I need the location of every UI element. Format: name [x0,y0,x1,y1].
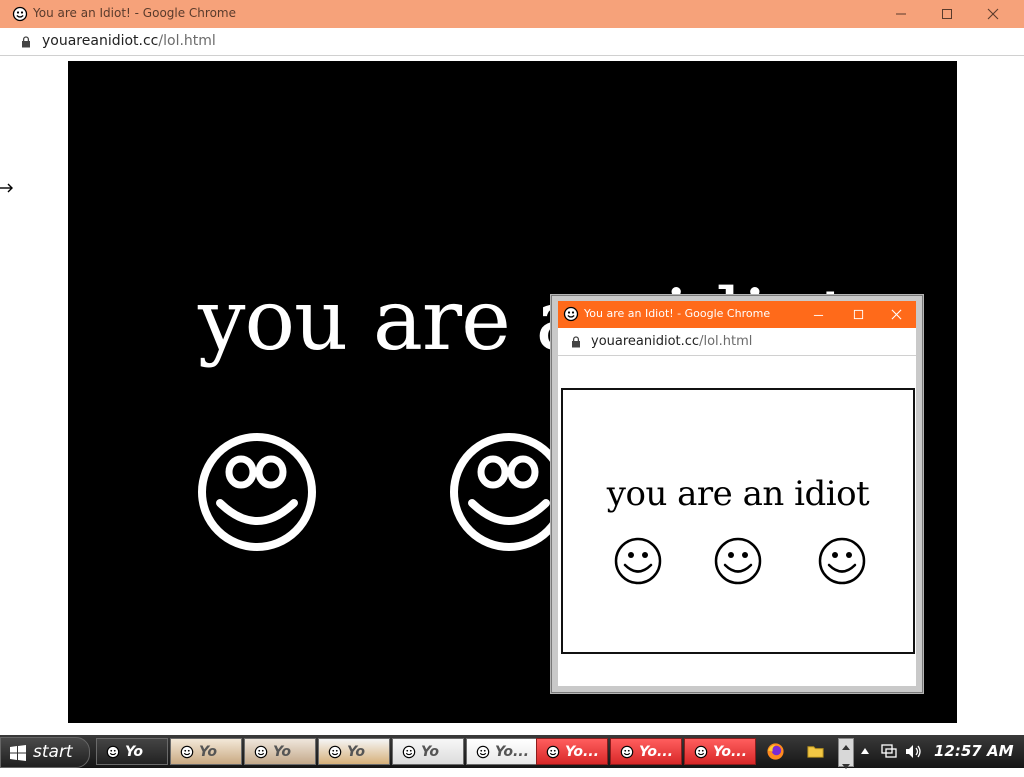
taskbar-window-button[interactable]: Yo... [610,738,682,765]
main-window-titlebar[interactable]: You are an Idiot! - Google Chrome [0,0,1024,29]
minimize-icon [813,314,823,316]
popup-title: You are an Idiot! - Google Chrome [584,307,771,320]
taskbar-button-label: Yo [273,744,291,760]
popup-maximize-button[interactable] [838,301,878,328]
taskbar-button-label: Yo... [565,744,599,760]
main-minimize-button[interactable] [878,0,924,28]
taskbar-window-button[interactable]: Yo [170,738,242,765]
taskbar-button-label: Yo... [713,744,747,760]
popup-headline: you are an idiot [606,474,870,514]
smiley-face-icon [620,745,634,759]
taskbar-window-button[interactable]: Yo [318,738,390,765]
volume-icon[interactable] [904,743,922,760]
smiley-face-icon [328,745,342,759]
taskbar-button-label: Yo... [639,744,673,760]
maximize-icon [942,9,952,19]
smiley-face-icon [402,745,416,759]
smiley-face-icon [180,745,194,759]
taskbar-button-label: Yo [125,744,143,760]
smiley-face-icon [106,745,120,759]
popup-window[interactable]: You are an Idiot! - Google Chrome youare… [551,295,923,693]
popup-url[interactable]: youareanidiot.cc/lol.html [591,334,752,349]
popup-address-bar[interactable]: youareanidiot.cc/lol.html [558,328,916,356]
resize-cursor-icon [0,183,13,193]
smiley-face-icon [198,433,316,551]
minimize-icon [896,13,906,15]
start-label: start [33,742,73,762]
main-url[interactable]: youareanidiot.cc/lol.html [42,33,216,49]
smiley-face-icon [714,537,762,585]
popup-url-path: /lol.html [699,334,753,349]
main-url-host: youareanidiot.cc [42,33,159,49]
chevron-down-icon[interactable] [839,760,853,773]
windows-logo-icon [10,745,26,761]
taskbar-button-label: Yo [199,744,217,760]
taskbar-button-label: Yo [347,744,365,760]
taskbar-button-label: Yo [421,744,439,760]
taskbar-scroll-buttons[interactable] [838,738,854,769]
smiley-face-icon [12,6,28,22]
taskbar-window-button[interactable]: Yo... [466,738,538,765]
popup-close-button[interactable] [876,301,916,328]
firefox-icon[interactable] [766,742,785,761]
main-close-button[interactable] [970,0,1016,28]
taskbar: start Yo Yo Yo Yo Yo Yo... Yo... Yo... Y… [0,735,1024,769]
taskbar-window-button[interactable]: Yo... [536,738,608,765]
start-button[interactable]: start [0,737,90,768]
taskbar-window-button[interactable]: Yo [96,738,168,765]
smiley-face-icon [694,745,708,759]
taskbar-clock[interactable]: 12:57 AM [934,742,1014,760]
popup-titlebar[interactable]: You are an Idiot! - Google Chrome [558,301,916,328]
smiley-face-icon [546,745,560,759]
smiley-face-icon [254,745,268,759]
folder-icon[interactable] [806,742,825,761]
network-icon[interactable] [880,743,898,760]
show-hidden-icons-icon[interactable] [860,747,870,755]
smiley-face-icon [818,537,866,585]
main-maximize-button[interactable] [924,0,970,28]
popup-page-content: you are an idiot [558,356,916,686]
popup-minimize-button[interactable] [798,301,838,328]
main-window-title: You are an Idiot! - Google Chrome [33,6,236,20]
taskbar-window-button[interactable]: Yo [244,738,316,765]
lock-icon [572,336,580,348]
popup-idiot-frame: you are an idiot [561,388,915,654]
smiley-face-icon [614,537,662,585]
taskbar-button-label: Yo... [495,744,529,760]
smiley-face-icon [563,306,579,322]
smiley-face-icon [476,745,490,759]
main-address-bar[interactable]: youareanidiot.cc/lol.html [0,28,1024,56]
maximize-icon [853,309,863,320]
close-icon [891,309,901,320]
popup-url-host: youareanidiot.cc [591,334,700,349]
main-url-path: /lol.html [158,33,216,49]
lock-icon [22,36,30,48]
taskbar-window-button[interactable]: Yo... [684,738,756,765]
taskbar-window-button[interactable]: Yo [392,738,464,765]
close-icon [987,8,999,20]
chevron-up-icon[interactable] [839,741,853,754]
